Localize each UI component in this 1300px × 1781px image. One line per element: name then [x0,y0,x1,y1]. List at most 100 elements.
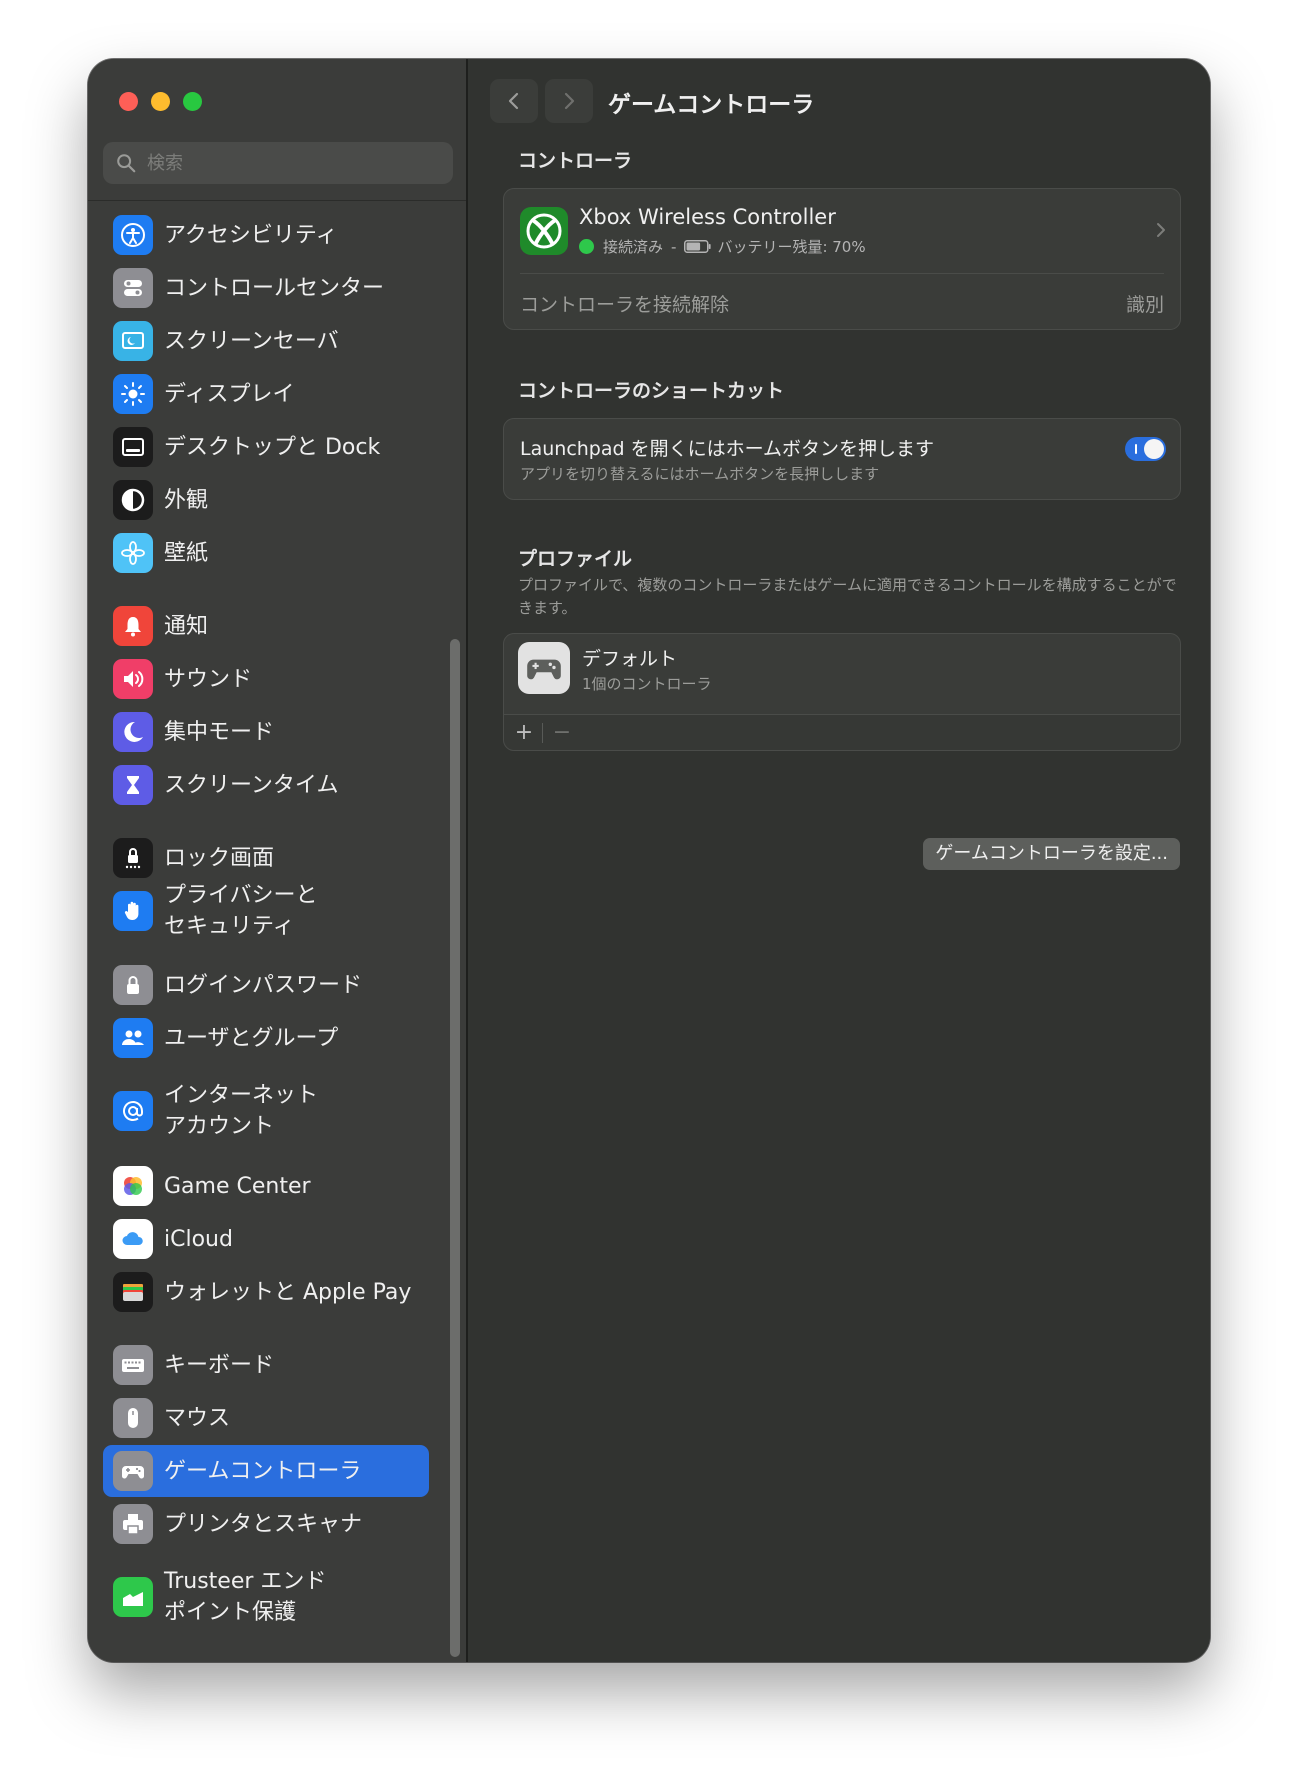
profile-toolbar: + − [504,714,1180,750]
sidebar-item-label: Trusteer エンド ポイント保護 [164,1569,327,1625]
sidebar-item-display[interactable]: ディスプレイ [103,368,429,420]
wallpaper-icon [113,533,153,573]
chevron-left-icon [508,92,519,110]
connected-status-dot [579,239,594,254]
sidebar-item-label: ロック画面 [164,845,275,871]
toolbar-separator [542,723,543,743]
connection-status: 接続済み [603,238,664,256]
screen-time-icon [113,765,153,805]
sidebar-item-mouse[interactable]: マウス [103,1392,429,1444]
sidebar-item-label: デスクトップと Dock [164,434,381,460]
appearance-icon [113,480,153,520]
identify-button[interactable]: 識別 [1126,290,1164,317]
chevron-right-icon [564,92,575,110]
home-button-toggle[interactable] [1125,437,1166,461]
sidebar-item-screen-saver[interactable]: スクリーンセーバ [103,315,429,367]
zoom-window-button[interactable] [183,92,202,111]
display-icon [113,374,153,414]
sidebar-item-wallet[interactable]: ウォレットと Apple Pay [103,1266,429,1318]
sidebar-item-game-controllers[interactable]: ゲームコントローラ [103,1445,429,1497]
close-window-button[interactable] [119,92,138,111]
sidebar-item-control-center[interactable]: コントロールセンター [103,262,429,314]
sidebar-divider [88,200,466,201]
controller-name: Xbox Wireless Controller [579,205,836,229]
profiles-section-title: プロファイル [518,548,633,570]
sidebar-item-label: スクリーンセーバ [164,328,339,354]
sidebar-item-users-groups[interactable]: ユーザとグループ [103,1012,429,1064]
sidebar-item-label: 壁紙 [164,540,209,566]
shortcut-title: Launchpad を開くにはホームボタンを押します [520,438,935,460]
sidebar-item-label: 通知 [164,613,209,639]
back-button[interactable] [490,79,538,123]
disconnect-controller-button[interactable]: コントローラを接続解除 [520,290,729,317]
xbox-icon [520,207,568,255]
sidebar-item-label: インターネット アカウント [164,1083,319,1139]
sidebar-item-label: 外観 [164,487,209,513]
sidebar-item-desktop-dock[interactable]: デスクトップと Dock [103,421,429,473]
sidebar-item-label: サウンド [164,666,253,692]
sidebar-item-printers-scanners[interactable]: プリンタとスキャナ [103,1498,429,1550]
card-divider [520,273,1164,274]
profiles-description: プロファイルで、複数のコントローラまたはゲームに適用できるコントロールを構成する… [518,576,1177,617]
controllers-section-title: コントローラ [518,150,633,172]
search-input[interactable] [147,152,427,174]
system-settings-window: アクセシビリティ コントロールセンター スクリーンセーバ ディスプレイ [88,59,1210,1662]
main-pane: ゲームコントローラ コントローラ Xbox Wireless Controlle… [470,59,1210,1662]
search-icon [117,154,136,173]
add-profile-button[interactable]: + [510,719,538,747]
sidebar-item-label: ログインパスワード [164,972,363,998]
lock-screen-icon [113,838,153,878]
sidebar-item-trusteer[interactable]: Trusteer エンド ポイント保護 [103,1565,429,1629]
game-center-icon [113,1166,153,1206]
sidebar-item-lock-screen[interactable]: ロック画面 [103,832,429,884]
status-separator: - [671,237,677,256]
setup-game-controller-button[interactable]: ゲームコントローラを設定... [923,838,1180,870]
sidebar-item-label: コントロールセンター [164,275,385,301]
controller-row[interactable]: Xbox Wireless Controller 接続済み - バッテリー残量:… [504,189,1180,273]
sidebar-item-internet-accounts[interactable]: インターネット アカウント [103,1079,429,1143]
sidebar-scrollbar[interactable] [450,639,460,1657]
printer-icon [113,1504,153,1544]
toggle-knob [1144,439,1164,459]
window-controls [119,92,202,111]
sidebar-item-label: キーボード [164,1352,275,1378]
page-title: ゲームコントローラ [608,92,815,118]
screen-saver-icon [113,321,153,361]
mouse-icon [113,1398,153,1438]
search-field[interactable] [103,142,453,184]
sidebar-item-privacy-security[interactable]: プライバシーと セキュリティ [103,879,429,943]
notifications-icon [113,606,153,646]
sidebar-item-icloud[interactable]: iCloud [103,1213,429,1265]
controller-status: 接続済み - バッテリー残量: 70% [579,236,866,257]
sidebar-item-label: Game Center [164,1173,311,1199]
remove-profile-button[interactable]: − [548,719,576,747]
sidebar-item-label: ディスプレイ [164,381,295,407]
sidebar-item-game-center[interactable]: Game Center [103,1160,429,1212]
accessibility-icon [113,215,153,255]
chevron-right-icon [1157,223,1165,237]
toggle-on-indicator [1135,444,1137,454]
sidebar-item-screen-time[interactable]: スクリーンタイム [103,759,429,811]
profile-row-default[interactable]: デフォルト 1個のコントローラ [504,634,1180,714]
icloud-icon [113,1219,153,1259]
users-icon [113,1018,153,1058]
sidebar-item-notifications[interactable]: 通知 [103,600,429,652]
sidebar-item-accessibility[interactable]: アクセシビリティ [103,209,429,261]
minimize-window-button[interactable] [151,92,170,111]
sidebar-item-login-password[interactable]: ログインパスワード [103,959,429,1011]
sidebar-item-sound[interactable]: サウンド [103,653,429,705]
battery-icon [684,240,712,253]
at-sign-icon [113,1091,153,1131]
sidebar-item-wallpaper[interactable]: 壁紙 [103,527,429,579]
sidebar-item-label: プライバシーと セキュリティ [164,883,318,939]
sidebar-item-keyboard[interactable]: キーボード [103,1339,429,1391]
forward-button[interactable] [545,79,593,123]
sidebar-item-focus[interactable]: 集中モード [103,706,429,758]
sidebar-item-label: アクセシビリティ [164,222,338,248]
desktop-dock-icon [113,427,153,467]
profiles-card: デフォルト 1個のコントローラ + − [503,633,1181,751]
focus-icon [113,712,153,752]
sidebar-item-label: ウォレットと Apple Pay [164,1279,412,1305]
sidebar-item-appearance[interactable]: 外観 [103,474,429,526]
shortcut-card: Launchpad を開くにはホームボタンを押します アプリを切り替えるにはホー… [503,418,1181,500]
